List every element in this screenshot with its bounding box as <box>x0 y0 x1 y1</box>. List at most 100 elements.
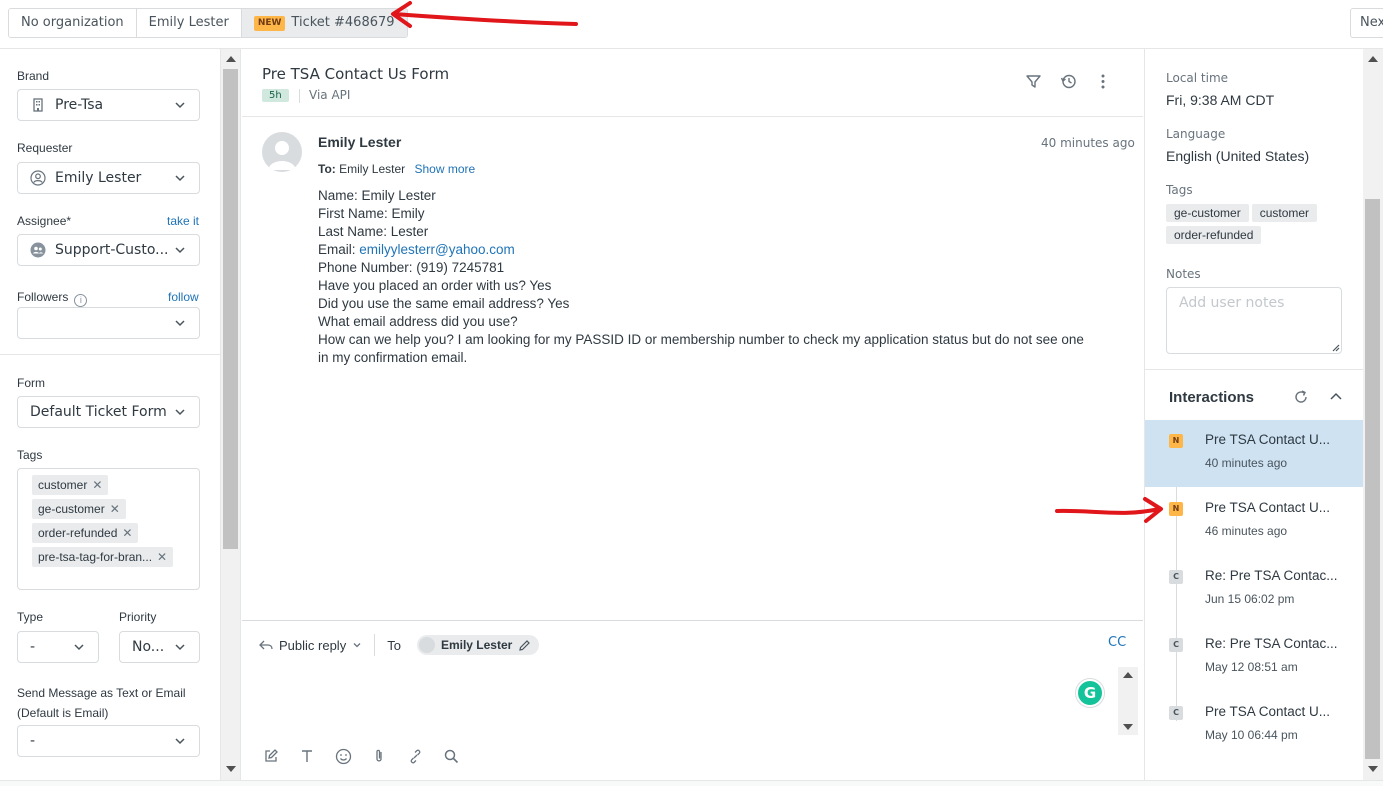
interaction-time: 46 minutes ago <box>1205 524 1288 538</box>
recipient-chip[interactable]: Emily Lester <box>416 635 540 655</box>
remove-tag-icon[interactable]: ✕ <box>122 526 132 540</box>
priority-select[interactable]: No... <box>119 631 200 663</box>
take-it-link[interactable]: take it <box>167 214 199 228</box>
interaction-title: Re: Pre TSA Contac... <box>1205 636 1338 651</box>
notes-label: Notes <box>1166 267 1201 281</box>
reply-type-dropdown[interactable]: Public reply <box>259 638 362 653</box>
group-icon <box>30 242 46 258</box>
chevron-down-icon <box>175 175 185 182</box>
grammarly-icon[interactable]: G <box>1076 679 1104 707</box>
assignee-value: Support-Custo... <box>55 242 169 258</box>
send-message-label-line2: (Default is Email) <box>17 706 109 720</box>
interaction-item[interactable]: C Pre TSA Contact U... May 10 06:44 pm <box>1145 692 1363 759</box>
interaction-title: Pre TSA Contact U... <box>1205 432 1331 447</box>
requester-select[interactable]: Emily Lester <box>17 162 200 194</box>
breadcrumb: No organization Emily Lester NEW Ticket … <box>8 8 408 38</box>
brand-label: Brand <box>17 69 50 83</box>
scroll-up-icon[interactable] <box>226 56 236 62</box>
right-panel-scrollbar[interactable] <box>1363 49 1383 780</box>
tag-label: pre-tsa-tag-for-bran... <box>38 550 153 564</box>
filter-icon[interactable] <box>1025 73 1042 90</box>
send-message-select[interactable]: - <box>17 725 200 757</box>
tag-chip[interactable]: customer ✕ <box>32 475 109 495</box>
user-notes-input[interactable]: Add user notes <box>1166 287 1342 354</box>
scrollbar-thumb[interactable] <box>1365 199 1380 759</box>
breadcrumb-organization[interactable]: No organization <box>9 9 137 37</box>
info-icon[interactable]: i <box>74 294 88 307</box>
scroll-up-icon[interactable] <box>1123 672 1133 678</box>
tags-input[interactable]: customer ✕ ge-customer ✕ order-refunded ✕ p… <box>17 468 200 590</box>
remove-tag-icon[interactable]: ✕ <box>92 478 102 492</box>
language-value: English (United States) <box>1166 148 1310 164</box>
assignee-label: Assignee* <box>17 214 72 228</box>
email-link[interactable]: emilyylesterr@yahoo.com <box>359 242 515 257</box>
breadcrumb-requester[interactable]: Emily Lester <box>136 9 242 37</box>
scroll-down-icon[interactable] <box>1123 724 1133 730</box>
status-badge: C <box>1169 638 1183 652</box>
follow-link[interactable]: follow <box>168 290 199 304</box>
link-icon[interactable] <box>406 747 424 765</box>
section-divider <box>1145 369 1363 370</box>
message-line: Last Name: Lester <box>318 224 429 239</box>
scroll-up-icon[interactable] <box>1368 56 1378 62</box>
interaction-item[interactable]: C Re: Pre TSA Contac... May 12 08:51 am <box>1145 624 1363 691</box>
user-tag[interactable]: customer <box>1251 204 1318 222</box>
compose-edit-icon[interactable] <box>262 747 280 765</box>
brand-select[interactable]: Pre-Tsa <box>17 89 200 121</box>
message-line: First Name: Emily <box>318 206 425 221</box>
scrollbar-thumb[interactable] <box>223 69 238 549</box>
scroll-down-icon[interactable] <box>1368 766 1378 772</box>
interaction-item[interactable]: N Pre TSA Contact U... 40 minutes ago <box>1145 420 1363 487</box>
type-select[interactable]: - <box>17 631 99 663</box>
send-message-label: Send Message as Text or Email (Default i… <box>17 683 186 723</box>
tag-chip[interactable]: ge-customer ✕ <box>32 499 126 519</box>
avatar[interactable] <box>262 132 302 172</box>
composer-scrollbar[interactable] <box>1118 667 1138 735</box>
followers-select[interactable] <box>17 307 200 339</box>
text-format-icon[interactable] <box>298 747 316 765</box>
interaction-time: Jun 15 06:02 pm <box>1205 592 1295 606</box>
form-select[interactable]: Default Ticket Form <box>17 396 200 428</box>
top-bar: No organization Emily Lester NEW Ticket … <box>0 0 1383 49</box>
message-recipients: To: Emily Lester Show more <box>318 162 475 176</box>
next-button[interactable]: Next <box>1350 8 1383 38</box>
composer-toolbar <box>262 747 460 765</box>
show-more-link[interactable]: Show more <box>414 162 475 176</box>
scroll-down-icon[interactable] <box>226 766 236 772</box>
window-bottom-edge <box>0 780 1383 786</box>
history-icon[interactable] <box>1060 73 1077 90</box>
message-line-email: Email: emilyylesterr@yahoo.com <box>318 241 1118 259</box>
pencil-icon[interactable] <box>518 639 531 652</box>
remove-tag-icon[interactable]: ✕ <box>157 550 167 564</box>
ticket-title[interactable]: Pre TSA Contact Us Form <box>262 65 449 83</box>
user-tags-list: ge-customer customer order-refunded <box>1166 204 1356 248</box>
message-author[interactable]: Emily Lester <box>318 134 401 150</box>
interaction-title: Pre TSA Contact U... <box>1205 704 1331 719</box>
tags-label: Tags <box>17 448 43 462</box>
user-tag[interactable]: order-refunded <box>1166 226 1262 244</box>
message-line: How can we help you? I am looking for my… <box>318 332 1084 347</box>
interaction-item[interactable]: N Pre TSA Contact U... 46 minutes ago <box>1145 488 1363 555</box>
more-options-icon[interactable] <box>1097 73 1109 90</box>
chevron-up-icon[interactable] <box>1329 389 1343 405</box>
user-tag[interactable]: ge-customer <box>1166 204 1249 222</box>
remove-tag-icon[interactable]: ✕ <box>110 502 120 516</box>
left-panel-scrollbar[interactable] <box>221 49 241 780</box>
search-icon[interactable] <box>442 747 460 765</box>
status-badge: C <box>1169 706 1183 720</box>
breadcrumb-organization-label: No organization <box>21 15 124 30</box>
interaction-time: May 10 06:44 pm <box>1205 728 1298 742</box>
refresh-icon[interactable] <box>1293 389 1309 405</box>
assignee-select[interactable]: Support-Custo... <box>17 234 200 266</box>
interaction-item[interactable]: C Re: Pre TSA Contac... Jun 15 06:02 pm <box>1145 556 1363 623</box>
resize-handle-icon[interactable] <box>1330 342 1340 352</box>
attachment-icon[interactable] <box>370 747 388 765</box>
message-line: in my confirmation email. <box>318 350 468 365</box>
tag-chip[interactable]: order-refunded ✕ <box>32 523 139 543</box>
cc-button[interactable]: CC <box>1108 635 1126 650</box>
chevron-down-icon <box>175 320 185 327</box>
chevron-down-icon <box>175 644 185 651</box>
breadcrumb-ticket[interactable]: NEW Ticket #468679 <box>241 9 407 37</box>
emoji-icon[interactable] <box>334 747 352 765</box>
tag-chip[interactable]: pre-tsa-tag-for-bran... ✕ <box>32 547 174 567</box>
